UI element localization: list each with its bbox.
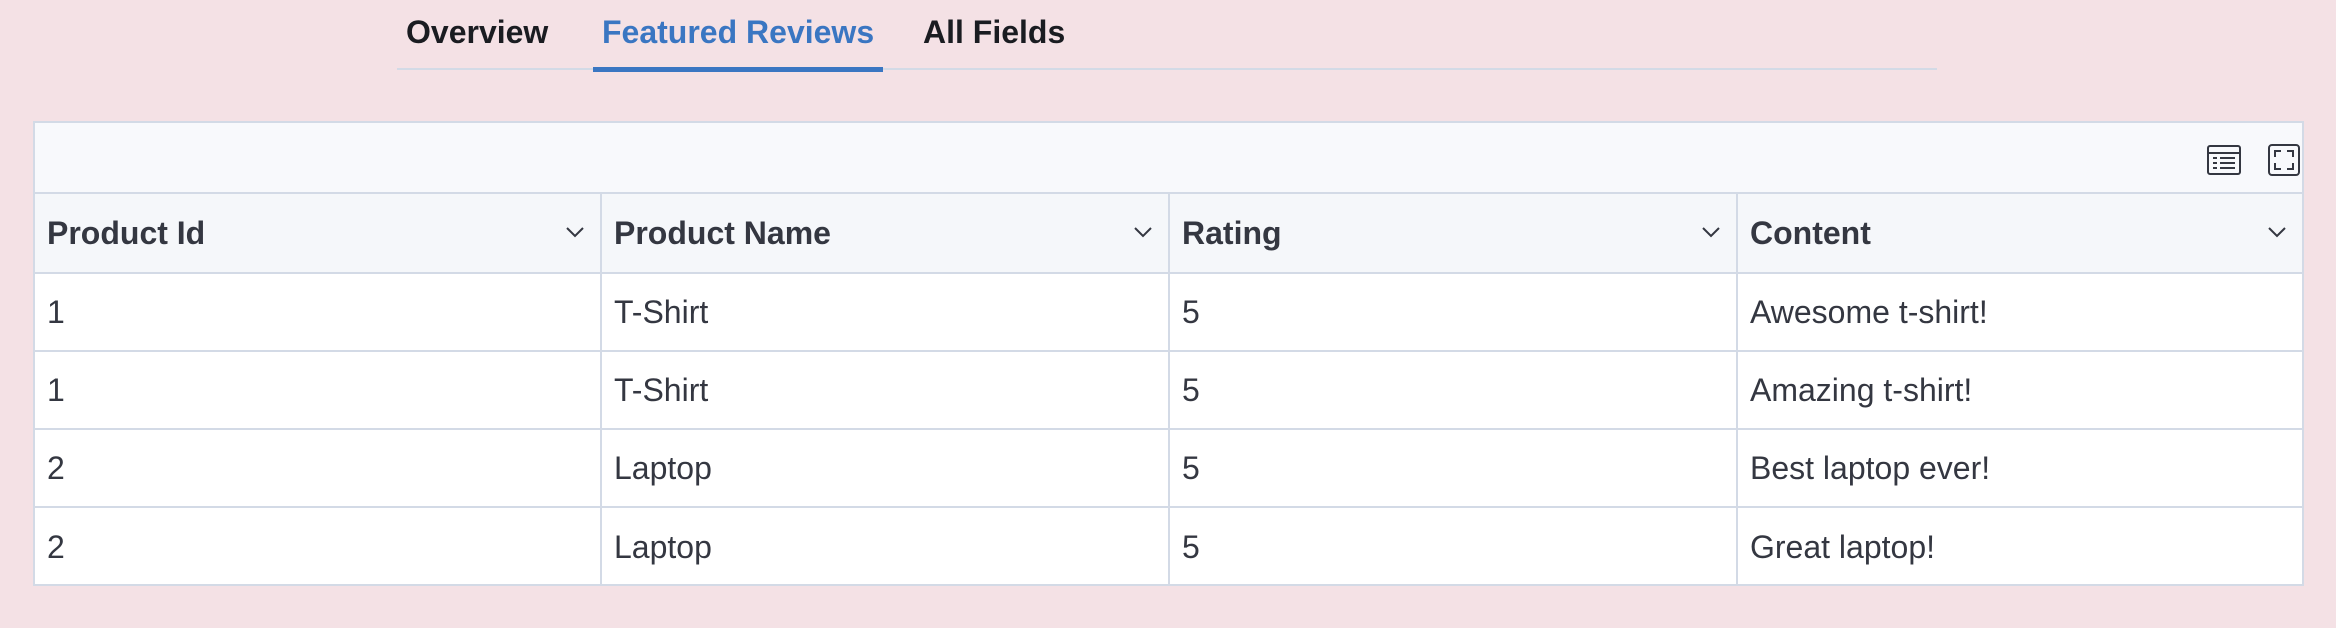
cell-product-id: 2 bbox=[35, 430, 602, 506]
grid-header-row: Product Id Product Name Rating Content bbox=[35, 194, 2302, 274]
column-header-label: Product Name bbox=[614, 214, 831, 251]
table-density-icon bbox=[2207, 145, 2241, 175]
tab-bar: Overview Featured Reviews All Fields bbox=[397, 0, 1937, 72]
cell-product-name: T-Shirt bbox=[602, 274, 1170, 350]
tab-all-fields[interactable]: All Fields bbox=[914, 0, 1074, 70]
chevron-down-icon[interactable] bbox=[1700, 225, 1722, 239]
cell-rating: 5 bbox=[1170, 274, 1738, 350]
chevron-down-icon[interactable] bbox=[1132, 225, 1154, 239]
chevron-down-icon[interactable] bbox=[564, 225, 586, 239]
cell-product-name: Laptop bbox=[602, 430, 1170, 506]
cell-content: Awesome t-shirt! bbox=[1750, 293, 1988, 330]
table-row[interactable]: 1 T-Shirt 5 Awesome t-shirt! bbox=[35, 274, 2302, 352]
grid-toolbar bbox=[35, 123, 2302, 194]
column-header-label: Product Id bbox=[47, 214, 206, 251]
density-button[interactable] bbox=[2207, 144, 2241, 176]
column-header-product-id[interactable]: Product Id bbox=[35, 194, 602, 272]
fullscreen-button[interactable] bbox=[2267, 144, 2301, 176]
cell-product-id: 1 bbox=[35, 352, 602, 428]
cell-content: Best laptop ever! bbox=[1750, 449, 1991, 486]
column-header-product-name[interactable]: Product Name bbox=[602, 194, 1170, 272]
cell-product-id: 1 bbox=[35, 274, 602, 350]
cell-rating: 5 bbox=[1170, 352, 1738, 428]
tab-featured-reviews[interactable]: Featured Reviews bbox=[593, 0, 884, 72]
cell-product-name: T-Shirt bbox=[602, 352, 1170, 428]
table-row[interactable]: 2 Laptop 5 Great laptop! bbox=[35, 508, 2302, 586]
table-row[interactable]: 2 Laptop 5 Best laptop ever! bbox=[35, 430, 2302, 508]
data-grid: Product Id Product Name Rating Content 1 bbox=[33, 121, 2304, 586]
cell-content: Amazing t-shirt! bbox=[1750, 371, 1973, 408]
cell-product-id: 2 bbox=[35, 508, 602, 586]
column-header-content[interactable]: Content bbox=[1738, 194, 2302, 272]
cell-rating: 5 bbox=[1170, 430, 1738, 506]
column-header-label: Rating bbox=[1182, 214, 1282, 251]
table-row[interactable]: 1 T-Shirt 5 Amazing t-shirt! bbox=[35, 352, 2302, 430]
chevron-down-icon[interactable] bbox=[2266, 225, 2288, 239]
column-header-rating[interactable]: Rating bbox=[1170, 194, 1738, 272]
fullscreen-icon bbox=[2268, 144, 2300, 176]
cell-rating: 5 bbox=[1170, 508, 1738, 586]
cell-content: Great laptop! bbox=[1750, 528, 1935, 565]
cell-product-name: Laptop bbox=[602, 508, 1170, 586]
tab-overview[interactable]: Overview bbox=[397, 0, 557, 70]
column-header-label: Content bbox=[1750, 214, 1871, 251]
